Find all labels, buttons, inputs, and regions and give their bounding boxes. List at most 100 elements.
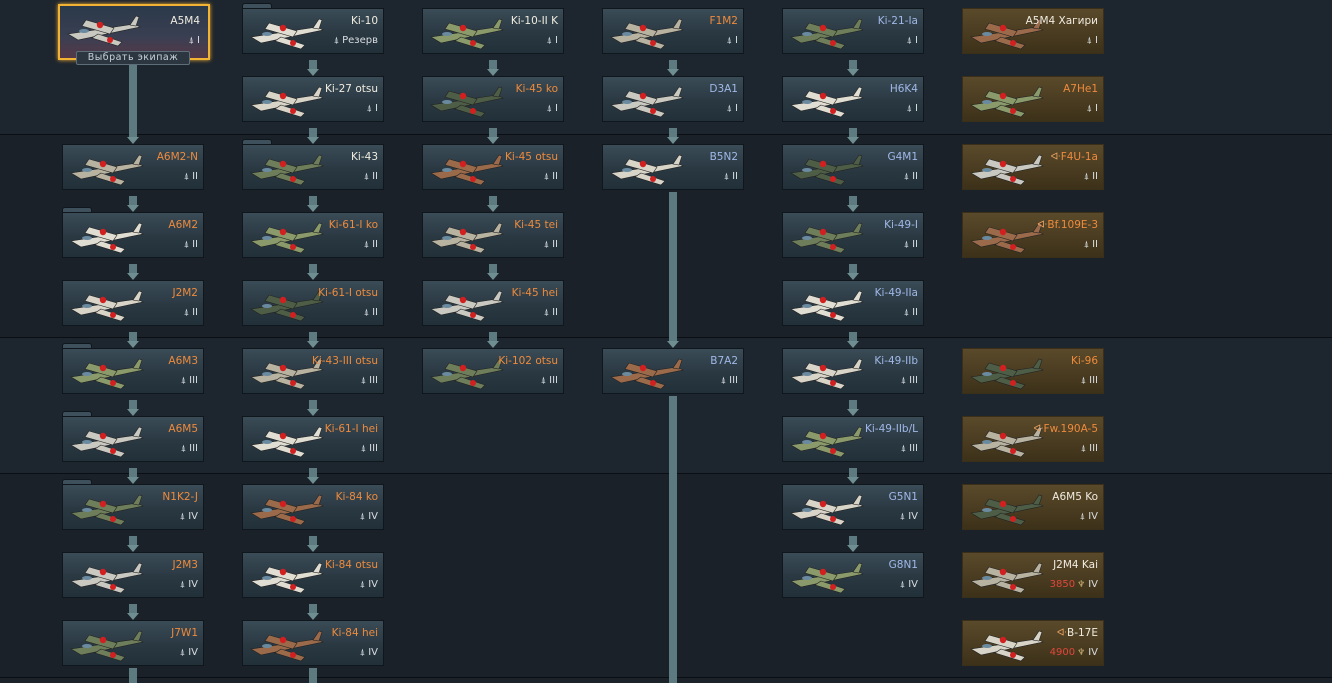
- vehicle-card-ki43[interactable]: Ki-43 ⍋ II: [242, 144, 384, 190]
- vehicle-card-ki43iiiotsu[interactable]: Ki-43-III otsu ⍋ III: [242, 348, 384, 394]
- vehicle-card-a6m2[interactable]: A6M2 ⍋ II: [62, 212, 204, 258]
- connector-arrow-icon: [307, 409, 319, 416]
- vehicle-rank: ⍋ II: [724, 171, 738, 182]
- vehicle-card-g5n1[interactable]: G5N1 ⍋ IV: [782, 484, 924, 530]
- rank-icon: ⍋: [546, 104, 553, 114]
- vehicle-rank-text: II: [552, 239, 558, 250]
- vehicle-card-d3a1[interactable]: D3A1 ⍋ I: [602, 76, 744, 122]
- vehicle-card-g4m1[interactable]: G4M1 ⍋ II: [782, 144, 924, 190]
- vehicle-card-ki61iko[interactable]: Ki-61-I ko ⍋ II: [242, 212, 384, 258]
- vehicle-name: Ki-84 hei: [332, 627, 378, 639]
- vehicle-rank: ⍋ II: [184, 171, 198, 182]
- vehicle-name: B7A2: [710, 355, 738, 367]
- vehicle-rank-text: II: [732, 171, 738, 182]
- vehicle-card-ki49i[interactable]: Ki-49-I ⍋ II: [782, 212, 924, 258]
- vehicle-card-b5n2[interactable]: B5N2 ⍋ II: [602, 144, 744, 190]
- vehicle-card-n1k2j[interactable]: N1K2-J ⍋ IV: [62, 484, 204, 530]
- vehicle-card-ki27otsu[interactable]: Ki-27 otsu ⍋ I: [242, 76, 384, 122]
- vehicle-rank: ⍋ III: [181, 443, 198, 454]
- vehicle-rank: ⍋ II: [1084, 239, 1098, 250]
- vehicle-name: ᐘB-17E: [1057, 627, 1098, 639]
- vehicle-card-ki10iik[interactable]: Ki-10-II K ⍋ I: [422, 8, 564, 54]
- vehicle-name-text: Ki-43: [351, 151, 378, 163]
- rank-icon: ⍋: [359, 512, 366, 522]
- rank-divider: [0, 677, 1332, 678]
- vehicle-card-ki49iib[interactable]: Ki-49-IIb ⍋ III: [782, 348, 924, 394]
- vehicle-card-ki45ko[interactable]: Ki-45 ko ⍋ I: [422, 76, 564, 122]
- vehicle-name: Ki-49-I: [884, 219, 918, 231]
- vehicle-card-a6m3[interactable]: A6M3 ⍋ III: [62, 348, 204, 394]
- vehicle-card-b17e[interactable]: ᐘB-17E 4900 ♆ IV: [962, 620, 1104, 666]
- aircraft-icon: [970, 562, 1044, 594]
- vehicle-rank: ⍋ I: [189, 35, 200, 46]
- aircraft-icon: [70, 154, 144, 186]
- vehicle-rank-text: IV: [1088, 579, 1098, 590]
- vehicle-rank-text: II: [192, 239, 198, 250]
- vehicle-card-j7w1[interactable]: J7W1 ⍋ IV: [62, 620, 204, 666]
- vehicle-card-ki49iibl[interactable]: Ki-49-IIb/L ⍋ III: [782, 416, 924, 462]
- vehicle-card-h6k4[interactable]: H6K4 ⍋ I: [782, 76, 924, 122]
- rank-icon: ⍋: [180, 376, 187, 386]
- vehicle-card-b7a2[interactable]: B7A2 ⍋ III: [602, 348, 744, 394]
- vehicle-card-bf109e3[interactable]: ᐘBf.109E-3 ⍋ II: [962, 212, 1104, 258]
- vehicle-card-ki61iotsu[interactable]: Ki-61-I otsu ⍋ II: [242, 280, 384, 326]
- vehicle-rank: ⍋ III: [361, 443, 378, 454]
- vehicle-card-ki84ko[interactable]: Ki-84 ko ⍋ IV: [242, 484, 384, 530]
- aircraft-icon: [790, 562, 864, 594]
- vehicle-card-ki45otsu[interactable]: Ki-45 otsu ⍋ II: [422, 144, 564, 190]
- aircraft-icon: [970, 222, 1044, 254]
- vehicle-rank: ⍋ IV: [900, 511, 918, 522]
- vehicle-name-text: Ki-45 tei: [514, 219, 558, 231]
- vehicle-card-a6m5[interactable]: A6M5 ⍋ III: [62, 416, 204, 462]
- vehicle-rank-text: IV: [1088, 511, 1098, 522]
- aircraft-icon: [790, 358, 864, 390]
- aircraft-icon: [70, 630, 144, 662]
- connector-line: [129, 668, 137, 683]
- vehicle-card-j2m2[interactable]: J2M2 ⍋ II: [62, 280, 204, 326]
- vehicle-rank-text: IV: [368, 511, 378, 522]
- vehicle-card-j2m3[interactable]: J2M3 ⍋ IV: [62, 552, 204, 598]
- vehicle-card-j2m4kai[interactable]: J2M4 Kai 3850 ♆ IV: [962, 552, 1104, 598]
- connector-arrow-icon: [127, 273, 139, 280]
- vehicle-card-ki102otsu[interactable]: Ki-102 otsu ⍋ III: [422, 348, 564, 394]
- vehicle-card-g8n1[interactable]: G8N1 ⍋ IV: [782, 552, 924, 598]
- vehicle-card-a6m5ko[interactable]: A6M5 Ko ⍋ IV: [962, 484, 1104, 530]
- vehicle-card-ki84otsu[interactable]: Ki-84 otsu ⍋ IV: [242, 552, 384, 598]
- vehicle-name: J7W1: [171, 627, 198, 639]
- aircraft-icon: [250, 630, 324, 662]
- vehicle-card-a7he1[interactable]: A7He1 ⍋ I: [962, 76, 1104, 122]
- vehicle-name: Ki-61-I ko: [329, 219, 378, 231]
- vehicle-card-ki45tei[interactable]: Ki-45 tei ⍋ II: [422, 212, 564, 258]
- vehicle-name-text: Ki-84 ko: [335, 491, 378, 503]
- connector-arrow-icon: [847, 341, 859, 348]
- vehicle-rank-text: III: [189, 443, 198, 454]
- premium-icon: ᐘ: [1056, 628, 1067, 639]
- vehicle-rank: ⍋ Резерв: [334, 35, 378, 46]
- vehicle-card-ki84hei[interactable]: Ki-84 hei ⍋ IV: [242, 620, 384, 666]
- vehicle-card-ki96[interactable]: Ki-96 ⍋ III: [962, 348, 1104, 394]
- vehicle-card-a5m4hagiri[interactable]: A5M4 Хагири ⍋ I: [962, 8, 1104, 54]
- aircraft-icon: [250, 426, 324, 458]
- rank-icon: ⍋: [179, 580, 186, 590]
- aircraft-icon: [970, 86, 1044, 118]
- vehicle-rank: ⍋ I: [907, 35, 918, 46]
- vehicle-name: H6K4: [890, 83, 918, 95]
- aircraft-icon: [610, 86, 684, 118]
- select-crew-button[interactable]: Выбрать экипаж: [76, 51, 190, 65]
- vehicle-card-ki10[interactable]: Ki-10 ⍋ Резерв: [242, 8, 384, 54]
- vehicle-card-ki49iia[interactable]: Ki-49-IIa ⍋ II: [782, 280, 924, 326]
- vehicle-name: ᐘBf.109E-3: [1037, 219, 1098, 231]
- vehicle-card-a6m2n[interactable]: A6M2-N ⍋ II: [62, 144, 204, 190]
- vehicle-card-ki45hei[interactable]: Ki-45 hei ⍋ II: [422, 280, 564, 326]
- vehicle-card-f1m2[interactable]: F1M2 ⍋ I: [602, 8, 744, 54]
- vehicle-name: Ki-21-Ia: [878, 15, 918, 27]
- vehicle-card-ki61ihei[interactable]: Ki-61-I hei ⍋ III: [242, 416, 384, 462]
- vehicle-card-ki21ia[interactable]: Ki-21-Ia ⍋ I: [782, 8, 924, 54]
- vehicle-card-fw190a5[interactable]: ᐘFw.190A-5 ⍋ III: [962, 416, 1104, 462]
- vehicle-name: Ki-45 hei: [512, 287, 558, 299]
- vehicle-name: Ki-10: [351, 15, 378, 27]
- connector-arrow-icon: [667, 137, 679, 144]
- vehicle-name-text: G5N1: [888, 491, 918, 503]
- vehicle-name: Ki-84 otsu: [325, 559, 378, 571]
- vehicle-card-f4u1a[interactable]: ᐘF4U-1a ⍋ II: [962, 144, 1104, 190]
